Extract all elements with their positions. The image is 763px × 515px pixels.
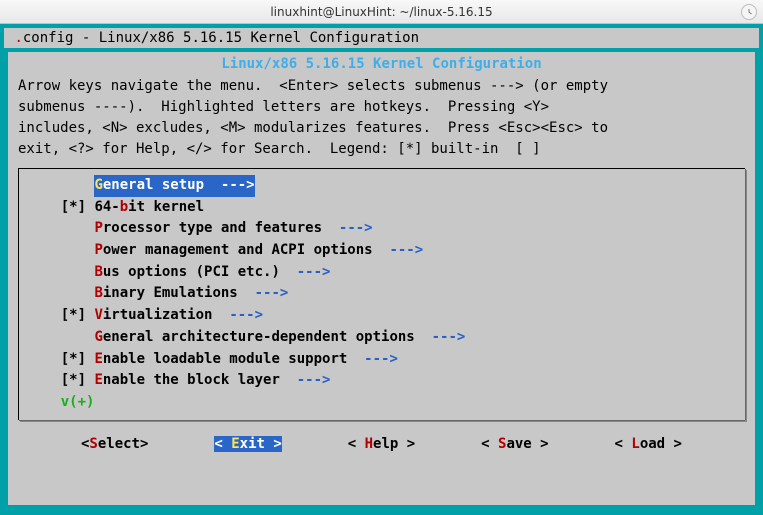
menu-item[interactable]: General setup ---> xyxy=(27,175,737,197)
select-button[interactable]: <Select> xyxy=(81,436,148,452)
terminal: .config - Linux/x86 5.16.15 Kernel Confi… xyxy=(0,24,763,515)
header-text: config - Linux/x86 5.16.15 Kernel Config… xyxy=(23,30,419,46)
window-close-button[interactable] xyxy=(741,4,757,20)
load-button[interactable]: < Load > xyxy=(615,436,682,452)
menu-item[interactable]: Processor type and features ---> xyxy=(27,218,737,240)
panel-title: Linux/x86 5.16.15 Kernel Configuration xyxy=(18,56,745,72)
window-titlebar: linuxhint@LinuxHint: ~/linux-5.16.15 xyxy=(0,0,763,24)
config-header: .config - Linux/x86 5.16.15 Kernel Confi… xyxy=(4,28,759,48)
exit-button[interactable]: < Exit > xyxy=(214,436,281,452)
button-row: <Select> < Exit > < Help > < Save > < Lo… xyxy=(18,436,745,452)
menu-list[interactable]: General setup ---> [*] 64-bit kernel Pro… xyxy=(18,168,745,420)
scroll-indicator: v(+) xyxy=(27,392,737,414)
panel-help-text: Arrow keys navigate the menu. <Enter> se… xyxy=(18,74,745,166)
help-button[interactable]: < Help > xyxy=(348,436,415,452)
menu-item[interactable]: Bus options (PCI etc.) ---> xyxy=(27,262,737,284)
menu-item[interactable]: [*] Enable loadable module support ---> xyxy=(27,349,737,371)
menu-item[interactable]: [*] Enable the block layer ---> xyxy=(27,370,737,392)
header-dot: . xyxy=(14,30,22,46)
menu-item[interactable]: [*] 64-bit kernel xyxy=(27,197,737,219)
menu-item[interactable]: Power management and ACPI options ---> xyxy=(27,240,737,262)
window-title: linuxhint@LinuxHint: ~/linux-5.16.15 xyxy=(270,5,492,19)
config-panel: Linux/x86 5.16.15 Kernel Configuration A… xyxy=(8,52,755,505)
menu-item[interactable]: General architecture-dependent options -… xyxy=(27,327,737,349)
save-button[interactable]: < Save > xyxy=(481,436,548,452)
menu-item[interactable]: Binary Emulations ---> xyxy=(27,283,737,305)
menu-item[interactable]: [*] Virtualization ---> xyxy=(27,305,737,327)
